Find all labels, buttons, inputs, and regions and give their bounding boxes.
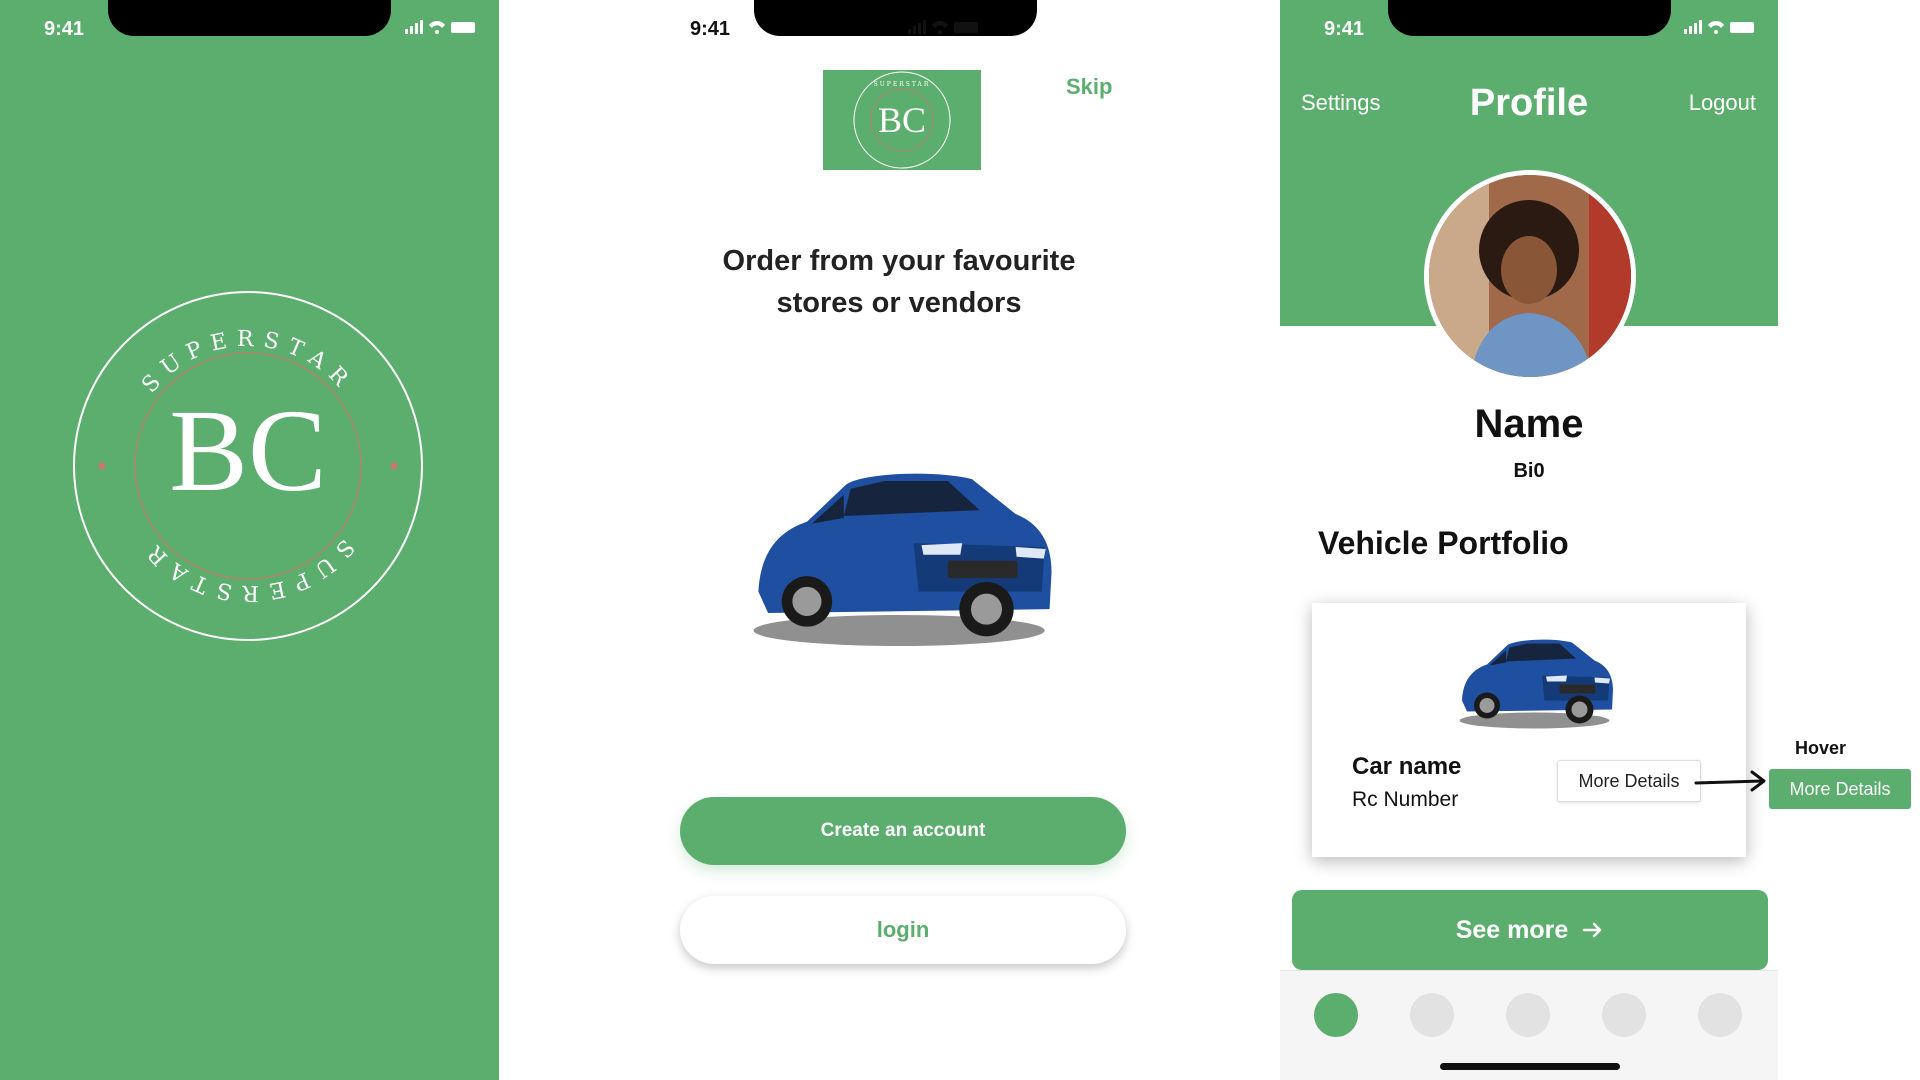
logo-monogram: BC [169, 385, 326, 516]
car-name: Car name [1352, 753, 1462, 780]
hero-car-image [753, 473, 1052, 647]
superstar-logo: BC SUPERSTAR [823, 70, 981, 170]
tab-dot-5[interactable] [1698, 993, 1742, 1037]
more-details-hover-button[interactable]: More Details [1769, 769, 1911, 809]
hover-annotation-label: Hover [1795, 738, 1847, 758]
status-time: 9:41 [690, 18, 731, 40]
bottom-tab-bar [1280, 970, 1778, 1080]
status-bar: 9:41 [499, 0, 1280, 60]
device-notch [754, 0, 1037, 36]
onboarding-headline: Order from your favourite stores or vend… [722, 245, 1076, 319]
logo-monogram: BC [878, 100, 926, 140]
status-icons [908, 20, 978, 34]
see-more-label: See more [1455, 915, 1569, 944]
status-bar: 9:41 [0, 0, 499, 60]
vehicle-car-image [1459, 639, 1613, 729]
device-notch [108, 0, 391, 36]
rc-number: Rc Number [1352, 788, 1459, 811]
avatar-photo [1429, 175, 1631, 377]
vehicle-card[interactable]: Car name Rc Number More Details [1312, 603, 1746, 857]
arrow-right-icon [1694, 770, 1766, 792]
onboarding-screen: 9:41 BC SUPERSTAR Skip Order from your f… [499, 0, 1280, 1080]
tab-dot-1[interactable] [1314, 993, 1358, 1037]
status-icons [405, 20, 475, 34]
login-button[interactable]: login [680, 896, 1126, 964]
device-notch [1388, 0, 1671, 36]
tab-dot-2[interactable] [1410, 993, 1454, 1037]
section-title-vehicle-portfolio: Vehicle Portfolio [1318, 525, 1569, 561]
splash-screen: 9:41 SUPERSTAR SUPERSTAR BC [0, 0, 499, 1080]
logo-ring-text: SUPERSTAR [874, 81, 931, 88]
profile-bio: Bi0 [1513, 460, 1545, 482]
avatar[interactable] [1424, 170, 1636, 382]
status-bar: 9:41 [1280, 0, 1778, 60]
profile-name: Name [1474, 402, 1584, 446]
more-details-button[interactable]: More Details [1557, 760, 1701, 802]
logo-ring-text-bottom: SUPERSTAR [137, 534, 358, 605]
tab-dot-4[interactable] [1602, 993, 1646, 1037]
skip-link[interactable]: Skip [1066, 74, 1112, 100]
home-indicator [1440, 1063, 1620, 1070]
status-time: 9:41 [44, 18, 85, 40]
superstar-logo: SUPERSTAR SUPERSTAR BC [73, 291, 423, 641]
profile-screen: 9:41 Settings Profile Logout Name Bi0 Ve… [1280, 0, 1778, 1080]
svg-text:SUPERSTAR: SUPERSTAR [137, 534, 358, 605]
arrow-right-icon [1582, 922, 1602, 938]
create-account-button[interactable]: Create an account [680, 797, 1126, 865]
status-icons [1684, 20, 1754, 34]
status-time: 9:41 [1324, 18, 1365, 40]
logout-link[interactable]: Logout [1689, 90, 1756, 116]
see-more-button[interactable]: See more [1292, 890, 1768, 970]
tab-dot-3[interactable] [1506, 993, 1550, 1037]
